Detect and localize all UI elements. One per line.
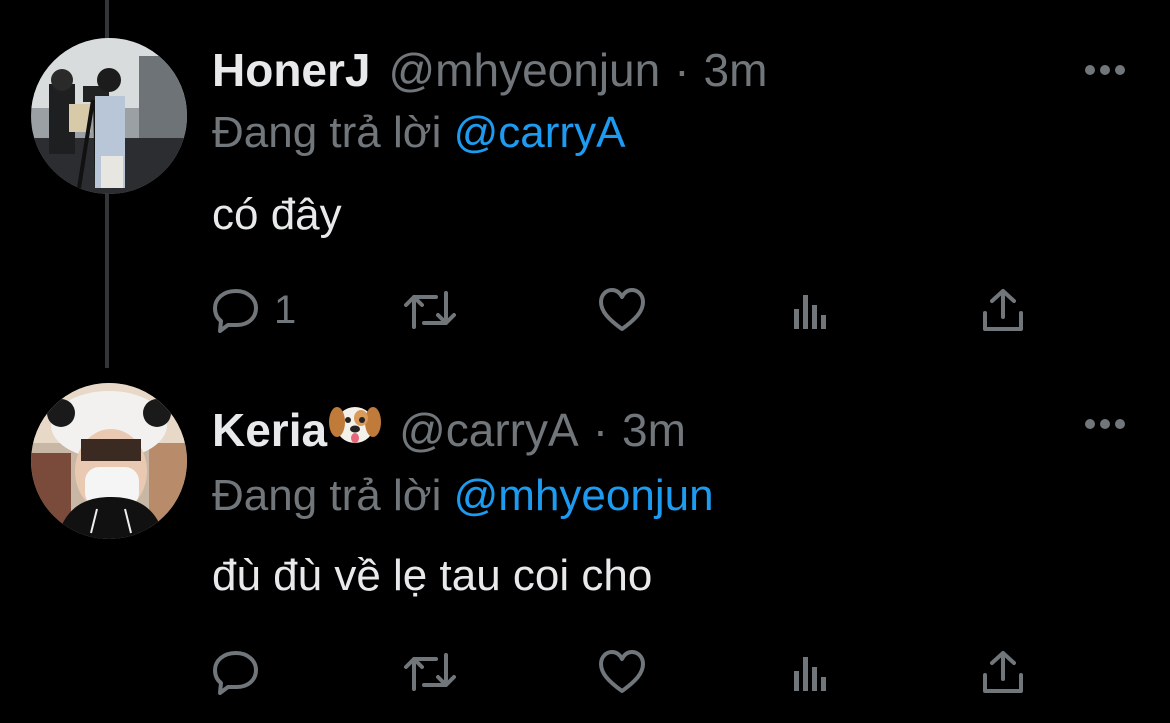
like-button[interactable] <box>598 285 646 335</box>
dog-face-emoji-icon <box>329 407 382 443</box>
mention-link[interactable]: @mhyeonjun <box>454 471 714 520</box>
replying-to-label: Đang trả lời <box>212 471 442 520</box>
replying-to: Đang trả lời @carryA <box>212 106 625 160</box>
views-button[interactable] <box>792 647 834 697</box>
like-button[interactable] <box>598 647 646 697</box>
retweet-button[interactable] <box>402 285 458 335</box>
reply-button[interactable]: 1 <box>212 285 296 335</box>
reply-icon <box>213 289 258 333</box>
user-handle[interactable]: @mhyeonjun <box>388 42 660 98</box>
views-icon <box>794 657 826 691</box>
action-bar <box>212 647 1042 697</box>
tweet-text: có đây <box>212 190 342 239</box>
timestamp[interactable]: 3m <box>622 402 686 458</box>
retweet-icon <box>404 291 456 329</box>
tweet-header: HonerJ @mhyeonjun · 3m <box>212 42 767 98</box>
tweet-text: đù đù về lẹ tau coi cho <box>212 551 653 600</box>
tweet[interactable]: Keria @carryA · 3m Đang trả lời @mhyeonj… <box>0 365 1170 723</box>
reply-button[interactable] <box>212 647 274 697</box>
more-options-icon[interactable] <box>1084 417 1126 431</box>
views-icon <box>794 295 826 329</box>
replying-to: Đang trả lời @mhyeonjun <box>212 469 714 523</box>
tweet-header: Keria @carryA · 3m <box>212 400 686 456</box>
tweet-thread: HonerJ @mhyeonjun · 3m Đang trả lời @car… <box>0 0 1170 723</box>
views-button[interactable] <box>792 285 834 335</box>
user-handle[interactable]: @carryA <box>399 402 579 458</box>
share-button[interactable] <box>980 285 1026 335</box>
share-icon <box>983 289 1023 331</box>
separator: · <box>592 404 609 456</box>
action-bar: 1 <box>212 285 1042 335</box>
more-options-icon[interactable] <box>1084 63 1126 77</box>
reply-count: 1 <box>274 288 297 332</box>
like-icon <box>599 288 645 331</box>
avatar[interactable] <box>31 383 187 539</box>
timestamp[interactable]: 3m <box>704 42 768 98</box>
display-name[interactable]: HonerJ <box>212 42 370 98</box>
reply-icon <box>213 651 258 695</box>
tweet[interactable]: HonerJ @mhyeonjun · 3m Đang trả lời @car… <box>0 0 1170 365</box>
separator: · <box>674 44 690 96</box>
share-icon <box>983 651 1023 693</box>
retweet-button[interactable] <box>402 647 458 697</box>
display-name[interactable]: Keria <box>212 402 327 458</box>
replying-to-label: Đang trả lời <box>212 108 442 157</box>
avatar[interactable] <box>31 38 187 194</box>
mention-link[interactable]: @carryA <box>454 108 626 157</box>
share-button[interactable] <box>980 647 1026 697</box>
like-icon <box>599 650 645 693</box>
retweet-icon <box>404 653 456 691</box>
